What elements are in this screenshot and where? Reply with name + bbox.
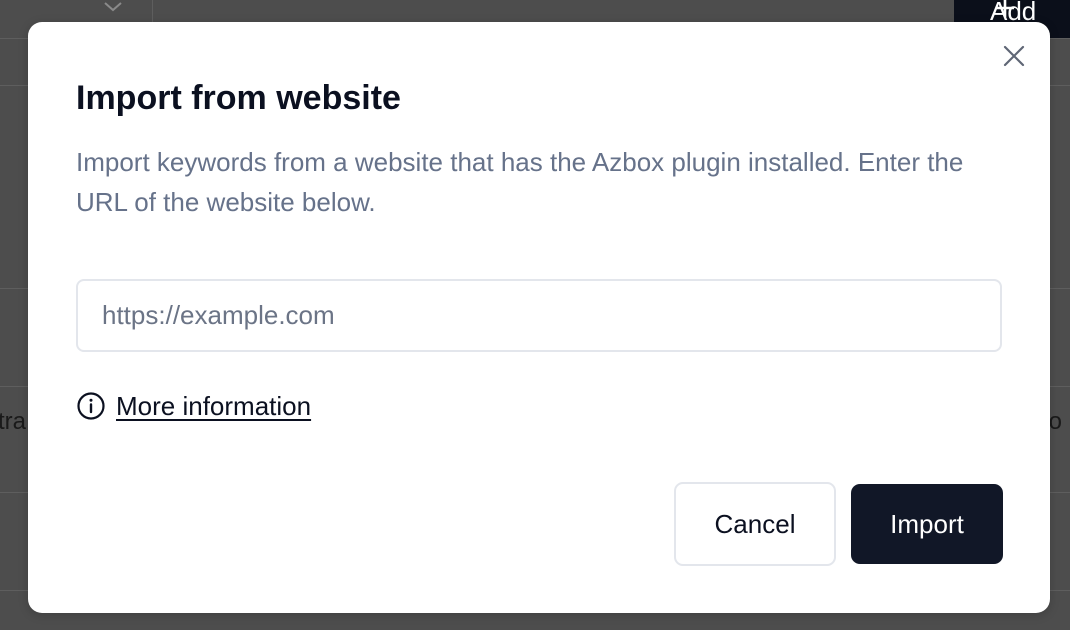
plus-icon (994, 0, 1016, 24)
close-icon (1003, 45, 1025, 72)
info-icon (76, 391, 106, 421)
chevron-down-icon (103, 0, 123, 18)
background-cell-text: tra (0, 408, 27, 435)
import-button[interactable]: Import (851, 484, 1003, 564)
more-information-link[interactable]: More information (116, 391, 311, 422)
background-column-divider (152, 0, 153, 22)
cancel-button[interactable]: Cancel (674, 482, 836, 566)
import-dialog: Import from website Import keywords from… (28, 22, 1050, 613)
close-button[interactable] (1000, 44, 1028, 72)
dialog-title: Import from website (76, 79, 401, 117)
dialog-description: Import keywords from a website that has … (76, 147, 964, 217)
more-information: More information (76, 386, 311, 426)
website-url-input[interactable] (76, 279, 1002, 352)
